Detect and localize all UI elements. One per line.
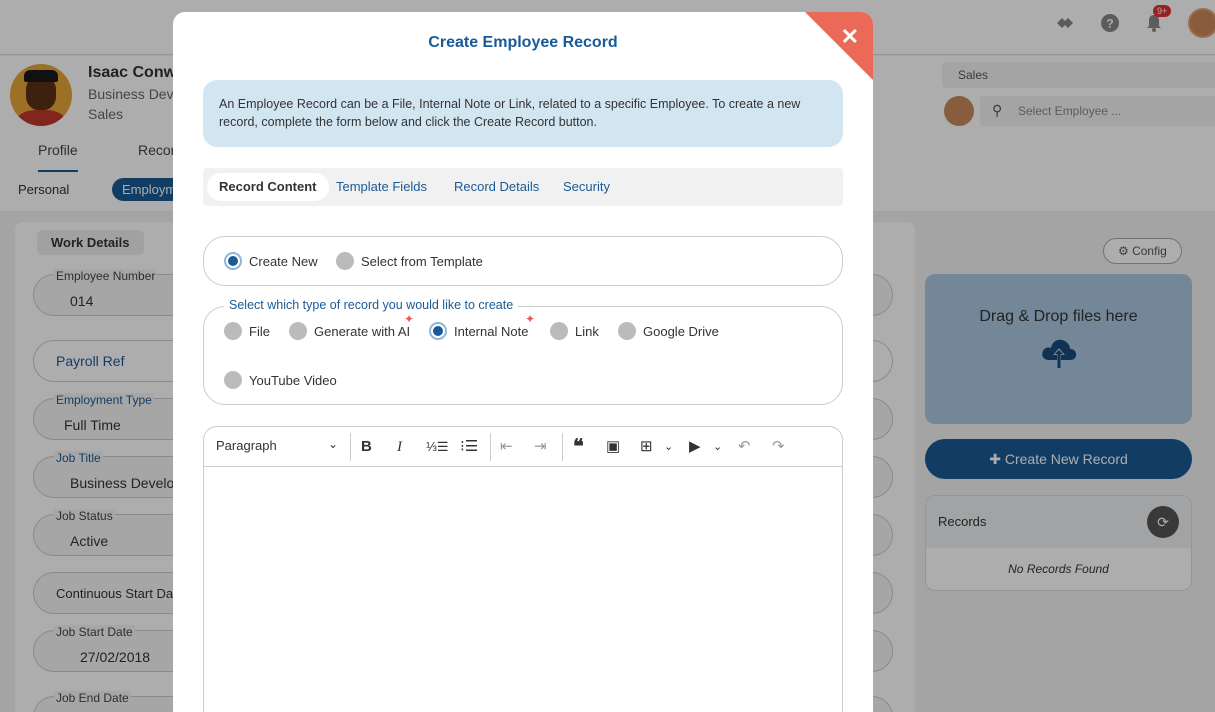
chevron-down-icon[interactable]: ⌄ (664, 436, 673, 458)
editor-toolbar: Paragraph ⌄ B I ⅓☰ ⁝☰ ⇤ ⇥ ❝ ▣ ⊞ ⌄ ▶ ⌄ ↶ … (204, 427, 842, 467)
editor-content-area[interactable] (204, 467, 842, 712)
record-type-group: Select which type of record you would li… (203, 298, 843, 405)
indent-icon[interactable]: ⇥ (534, 436, 547, 458)
radio-create-new[interactable]: Create New (224, 252, 318, 270)
info-banner: An Employee Record can be a File, Intern… (203, 80, 843, 147)
block-format-select[interactable]: Paragraph (216, 438, 277, 453)
tab-record-content[interactable]: Record Content (207, 173, 329, 201)
record-type-legend: Select which type of record you would li… (224, 298, 519, 312)
image-icon[interactable]: ▣ (606, 436, 620, 458)
tab-template-fields[interactable]: Template Fields (324, 173, 439, 201)
table-icon[interactable]: ⊞ (640, 436, 653, 458)
modal-tabs: Record Content Template Fields Record De… (203, 168, 843, 206)
create-employee-record-modal: ✕ Create Employee Record An Employee Rec… (173, 12, 873, 712)
undo-icon[interactable]: ↶ (738, 436, 751, 458)
radio-generate-with-ai[interactable]: Generate with AI (289, 322, 410, 340)
bullet-list-icon[interactable]: ⁝☰ (460, 436, 478, 458)
radio-select-from-template[interactable]: Select from Template (336, 252, 483, 270)
radio-google-drive[interactable]: Google Drive (618, 322, 719, 340)
tab-security[interactable]: Security (551, 173, 622, 201)
modal-title: Create Employee Record (428, 34, 618, 51)
numbered-list-icon[interactable]: ⅓☰ (426, 436, 449, 458)
redo-icon[interactable]: ↷ (772, 436, 785, 458)
radio-youtube-video[interactable]: YouTube Video (224, 371, 337, 389)
chevron-down-icon[interactable]: ⌄ (328, 437, 338, 451)
radio-link[interactable]: Link (550, 322, 599, 340)
blockquote-icon[interactable]: ❝ (573, 436, 584, 458)
outdent-icon[interactable]: ⇤ (500, 436, 513, 458)
bold-icon[interactable]: B (361, 436, 372, 458)
record-source-group: Create New Select from Template (203, 236, 843, 286)
chevron-down-icon[interactable]: ⌄ (713, 436, 722, 458)
radio-internal-note[interactable]: Internal Note (429, 322, 528, 340)
radio-file[interactable]: File (224, 322, 270, 340)
ai-sparkle-icon: ✦ (525, 312, 536, 326)
italic-icon[interactable]: I (397, 436, 402, 458)
media-icon[interactable]: ▶ (689, 436, 701, 458)
rich-text-editor: Paragraph ⌄ B I ⅓☰ ⁝☰ ⇤ ⇥ ❝ ▣ ⊞ ⌄ ▶ ⌄ ↶ … (203, 426, 843, 712)
ai-sparkle-icon: ✦ (404, 312, 415, 326)
tab-record-details[interactable]: Record Details (442, 173, 551, 201)
